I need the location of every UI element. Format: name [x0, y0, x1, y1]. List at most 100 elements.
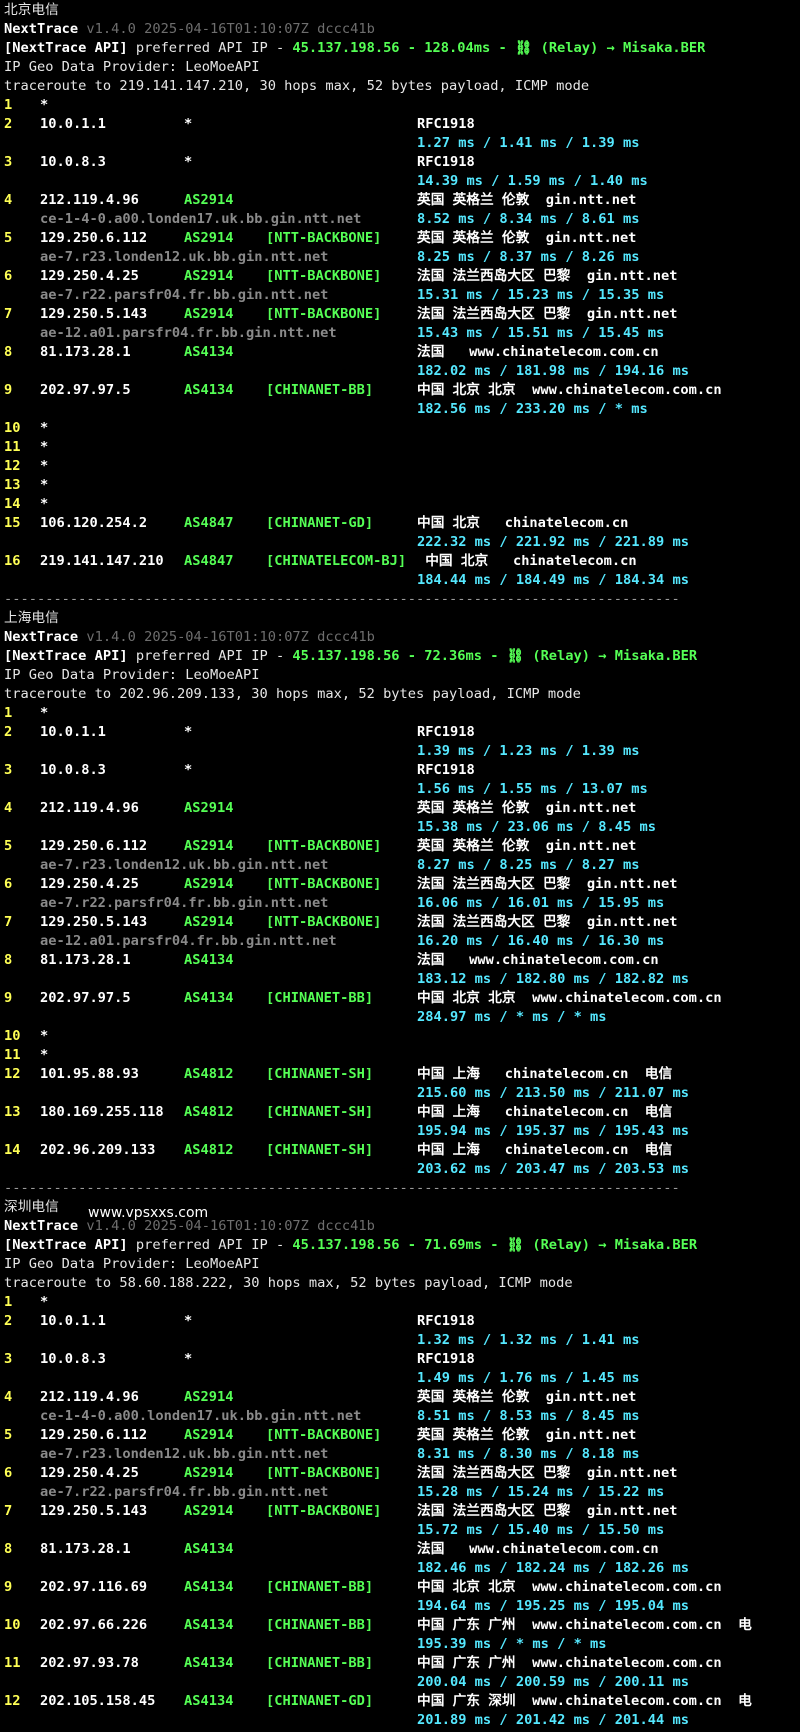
hop-detail-row: 1.32 ms / 1.32 ms / 1.41 ms: [4, 1331, 800, 1350]
hop-rtt: 195.94 ms / 195.37 ms / 195.43 ms: [417, 1123, 689, 1139]
hop-ip: 202.97.93.78: [40, 1655, 139, 1671]
hop-row: 6 129.250.4.25 AS2914 [NTT-BACKBONE] 法国 法兰西岛…: [4, 875, 800, 894]
hop-rtt: 1.27 ms / 1.41 ms / 1.39 ms: [417, 135, 640, 151]
hop-rtt: 15.72 ms / 15.40 ms / 15.50 ms: [417, 1522, 665, 1538]
hop-row: 15 106.120.254.2 AS4847 [CHINANET-GD] 中国 北京 …: [4, 514, 800, 533]
hop-number: 11: [4, 439, 21, 455]
hop-geo: 中国 北京 chinatelecom.cn: [417, 515, 629, 531]
hop-asn: *: [184, 1351, 193, 1367]
hop-rtt: 1.49 ms / 1.76 ms / 1.45 ms: [417, 1370, 640, 1386]
hop-number: 7: [4, 1503, 13, 1519]
hop-number: 12: [4, 458, 21, 474]
hop-hostname: ae-7.r22.parsfr04.fr.bb.gin.ntt.net: [40, 287, 329, 303]
hop-geo: 中国 广东 广州 www.chinatelecom.com.cn 电: [417, 1617, 752, 1633]
hop-rtt: 215.60 ms / 213.50 ms / 211.07 ms: [417, 1085, 689, 1101]
hop-row: 2 10.0.1.1 * RFC1918: [4, 115, 800, 134]
hop-detail-row: 222.32 ms / 221.92 ms / 221.89 ms: [4, 533, 800, 552]
hop-asn: *: [184, 116, 193, 132]
hop-ip: *: [40, 420, 49, 436]
hop-detail-row: ae-7.r22.parsfr04.fr.bb.gin.ntt.net 15.28…: [4, 1483, 800, 1502]
hop-geo: 法国 法兰西岛大区 巴黎 gin.ntt.net: [417, 1465, 678, 1481]
hop-asn: *: [184, 154, 193, 170]
hop-geo: 英国 英格兰 伦敦 gin.ntt.net: [417, 192, 637, 208]
hop-rtt: 182.46 ms / 182.24 ms / 182.26 ms: [417, 1560, 689, 1576]
separator-line: ----------------------------------------…: [4, 1180, 680, 1196]
hop-row: 7 129.250.5.143 AS2914 [NTT-BACKBONE] 法国 法兰西…: [4, 1502, 800, 1521]
separator: ----------------------------------------…: [4, 590, 800, 609]
hop-ip: 129.250.5.143: [40, 306, 148, 322]
hop-asn: AS2914: [184, 1427, 234, 1443]
hop-tag: [CHINANET-BB]: [266, 1579, 374, 1595]
hop-geo: 中国 上海 chinatelecom.cn 电信: [417, 1142, 673, 1158]
hop-asn: AS4812: [184, 1142, 234, 1158]
hop-ip: *: [40, 1047, 49, 1063]
hop-row: 6 129.250.4.25 AS2914 [NTT-BACKBONE] 法国 法兰西岛…: [4, 267, 800, 286]
hop-ip: 129.250.5.143: [40, 914, 148, 930]
hop-number: 6: [4, 1465, 13, 1481]
hop-number: 14: [4, 1142, 21, 1158]
api-ip: 45.137.198.56: [292, 40, 400, 56]
hop-row: 10 *: [4, 1027, 800, 1046]
hop-row: 11 *: [4, 438, 800, 457]
hop-asn: *: [184, 1313, 193, 1329]
separator-line: ----------------------------------------…: [4, 591, 680, 607]
hop-ip: 10.0.1.1: [40, 1313, 106, 1329]
hop-detail-row: 195.94 ms / 195.37 ms / 195.43 ms: [4, 1122, 800, 1141]
hop-number: 1: [4, 1294, 13, 1310]
hop-number: 10: [4, 1028, 21, 1044]
hop-ip: 81.173.28.1: [40, 952, 131, 968]
hop-number: 12: [4, 1693, 21, 1709]
hop-tag: [NTT-BACKBONE]: [266, 1465, 382, 1481]
hop-ip: 129.250.6.112: [40, 1427, 148, 1443]
hop-rtt: 8.52 ms / 8.34 ms / 8.61 ms: [417, 211, 640, 227]
section-title: 上海电信: [4, 610, 59, 626]
hop-rtt: 284.97 ms / * ms / * ms: [417, 1009, 607, 1025]
hop-row: 9 202.97.116.69 AS4134 [CHINANET-BB] 中国 北京 北…: [4, 1578, 800, 1597]
hop-number: 2: [4, 116, 13, 132]
hop-asn: AS4134: [184, 344, 234, 360]
hop-rtt: 182.56 ms / 233.20 ms / * ms: [417, 401, 648, 417]
hop-number: 11: [4, 1047, 21, 1063]
hop-rtt: 15.28 ms / 15.24 ms / 15.22 ms: [417, 1484, 665, 1500]
hop-asn: AS4134: [184, 952, 234, 968]
api-line: [NextTrace API] preferred API IP - 45.13…: [4, 1236, 800, 1255]
api-prefix: [NextTrace API]: [4, 648, 128, 664]
api-relay: - ⛓ (Relay) → Misaka.BER: [490, 40, 706, 56]
hop-row: 11 202.97.93.78 AS4134 [CHINANET-BB] 中国 广东 广…: [4, 1654, 800, 1673]
hop-geo: RFC1918: [417, 1351, 475, 1367]
hop-ip: 129.250.4.25: [40, 876, 139, 892]
api-prefix: [NextTrace API]: [4, 40, 128, 56]
hop-rtt: 16.06 ms / 16.01 ms / 15.95 ms: [417, 895, 665, 911]
trace-target: traceroute to 58.60.188.222, 30 hops max…: [4, 1275, 573, 1291]
section-title: 深圳电信: [4, 1199, 59, 1215]
hop-ip: *: [40, 439, 49, 455]
hop-tag: [CHINANET-BB]: [266, 990, 374, 1006]
hop-row: 3 10.0.8.3 * RFC1918: [4, 761, 800, 780]
tool-name: NextTrace: [4, 21, 79, 37]
hop-geo: RFC1918: [417, 116, 475, 132]
hop-row: 14 *: [4, 495, 800, 514]
hop-detail-row: ce-1-4-0.a00.londen17.uk.bb.gin.ntt.net 8…: [4, 210, 800, 229]
hop-row: 16 219.141.147.210 AS4847 [CHINATELECOM-BJ]…: [4, 552, 800, 571]
hop-number: 1: [4, 97, 13, 113]
hop-row: 3 10.0.8.3 * RFC1918: [4, 1350, 800, 1369]
hop-geo: 法国 法兰西岛大区 巴黎 gin.ntt.net: [417, 1503, 678, 1519]
hop-asn: AS2914: [184, 800, 234, 816]
hop-detail-row: 200.04 ms / 200.59 ms / 200.11 ms: [4, 1673, 800, 1692]
hop-tag: [CHINANET-SH]: [266, 1104, 374, 1120]
hop-geo: 中国 北京 北京 www.chinatelecom.com.cn: [417, 1579, 722, 1595]
hop-ip: 202.97.116.69: [40, 1579, 148, 1595]
hop-number: 5: [4, 1427, 13, 1443]
hop-ip: 202.97.66.226: [40, 1617, 148, 1633]
hop-tag: [NTT-BACKBONE]: [266, 914, 382, 930]
hop-ip: *: [40, 1294, 49, 1310]
hop-asn: AS2914: [184, 230, 234, 246]
hop-ip: 212.119.4.96: [40, 800, 139, 816]
hop-geo: 法国 www.chinatelecom.com.cn: [417, 344, 659, 360]
hop-rtt: 16.20 ms / 16.40 ms / 16.30 ms: [417, 933, 665, 949]
hop-detail-row: 182.46 ms / 182.24 ms / 182.26 ms: [4, 1559, 800, 1578]
geo-provider-line: IP Geo Data Provider: LeoMoeAPI: [4, 58, 800, 77]
api-prefix: [NextTrace API]: [4, 1237, 128, 1253]
hop-geo: 中国 北京 chinatelecom.cn: [417, 553, 637, 569]
hop-row: 8 81.173.28.1 AS4134 法国 www.chinatelecom.co…: [4, 951, 800, 970]
